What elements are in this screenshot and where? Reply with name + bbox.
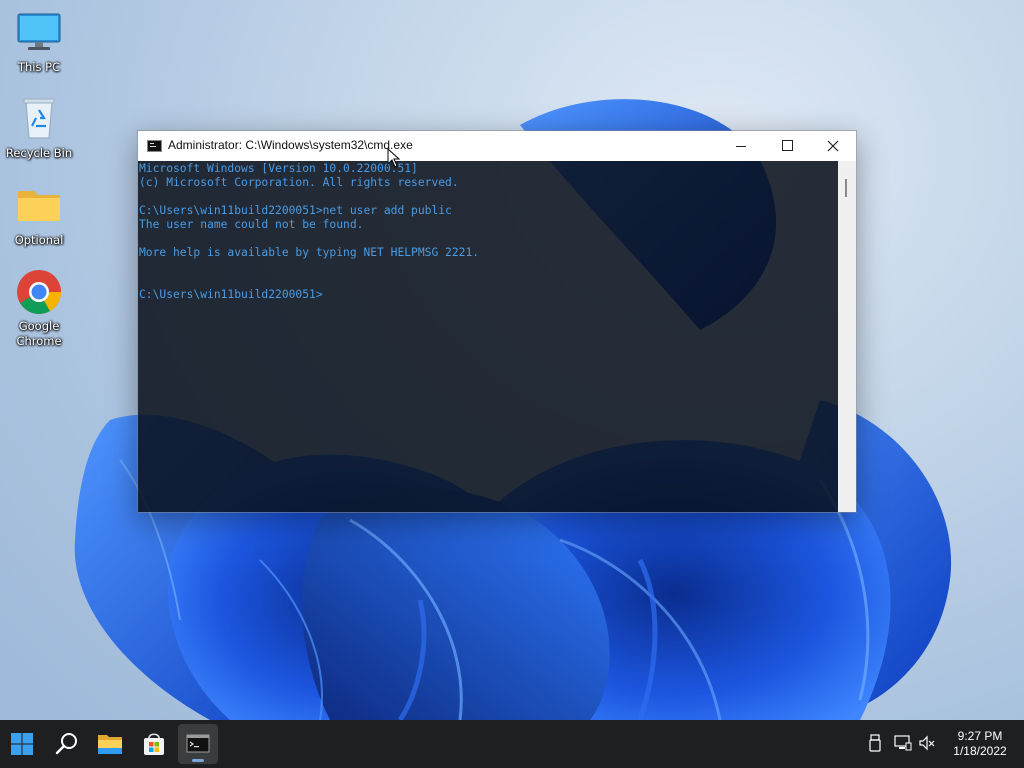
active-app-indicator xyxy=(192,759,204,762)
search-icon xyxy=(55,733,77,755)
search-button[interactable] xyxy=(47,724,87,764)
file-explorer-icon xyxy=(98,735,122,754)
window-titlebar[interactable]: Administrator: C:\Windows\system32\cmd.e… xyxy=(138,131,856,161)
taskbar: 9:27 PM 1/18/2022 xyxy=(0,720,1024,768)
desktop-icon-label: Optional xyxy=(14,233,64,247)
desktop-icon-recycle-bin[interactable]: Recycle Bin xyxy=(4,96,74,161)
console-line: The user name could not be found. xyxy=(139,218,364,231)
taskbar-clock[interactable]: 9:27 PM 1/18/2022 xyxy=(940,729,1020,759)
volume-muted-icon[interactable] xyxy=(918,734,936,752)
console-output[interactable]: Microsoft Windows [Version 10.0.22000.51… xyxy=(138,161,838,512)
desktop-icon-this-pc[interactable]: This PC xyxy=(4,10,74,75)
monitor-icon xyxy=(16,10,62,56)
scrollbar-thumb[interactable] xyxy=(845,179,847,197)
console-line: (c) Microsoft Corporation. All rights re… xyxy=(139,176,459,189)
desktop-icon-label: Recycle Bin xyxy=(5,146,73,160)
maximize-icon xyxy=(782,140,793,151)
desktop-icon-label: Google Chrome xyxy=(16,319,62,348)
console-line: C:\Users\win11build2200051>net user add … xyxy=(139,204,452,217)
start-button[interactable] xyxy=(2,724,42,764)
network-icon[interactable] xyxy=(894,734,912,752)
recycle-bin-icon xyxy=(16,96,62,142)
windows-logo-icon xyxy=(11,733,33,755)
desktop-icon-label: This PC xyxy=(17,60,61,74)
clock-time: 9:27 PM xyxy=(957,729,1003,743)
store-icon xyxy=(144,733,164,755)
console-line: More help is available by typing NET HEL… xyxy=(139,246,480,259)
terminal-icon xyxy=(186,734,210,753)
close-icon xyxy=(827,140,839,152)
mouse-cursor-icon xyxy=(387,148,401,168)
maximize-button[interactable] xyxy=(764,131,810,161)
minimize-button[interactable] xyxy=(718,131,764,161)
console-prompt[interactable]: C:\Users\win11build2200051> xyxy=(139,288,479,302)
chrome-icon xyxy=(16,269,62,315)
minimize-icon xyxy=(736,146,746,147)
desktop-icon-optional[interactable]: Optional xyxy=(4,183,74,248)
desktop-icon-google-chrome[interactable]: Google Chrome xyxy=(4,269,74,349)
close-button[interactable] xyxy=(810,131,856,161)
vertical-scrollbar[interactable] xyxy=(838,161,856,512)
cmd-icon xyxy=(147,140,162,152)
cmd-taskbar-button[interactable] xyxy=(178,724,218,764)
file-explorer-button[interactable] xyxy=(90,724,130,764)
clock-date: 1/18/2022 xyxy=(953,744,1007,758)
folder-icon xyxy=(16,183,62,229)
cmd-window[interactable]: Administrator: C:\Windows\system32\cmd.e… xyxy=(137,130,857,513)
store-button[interactable] xyxy=(134,724,174,764)
usb-drive-icon[interactable] xyxy=(868,734,882,752)
window-title: Administrator: C:\Windows\system32\cmd.e… xyxy=(168,138,413,152)
console-line: Microsoft Windows [Version 10.0.22000.51… xyxy=(139,162,418,175)
